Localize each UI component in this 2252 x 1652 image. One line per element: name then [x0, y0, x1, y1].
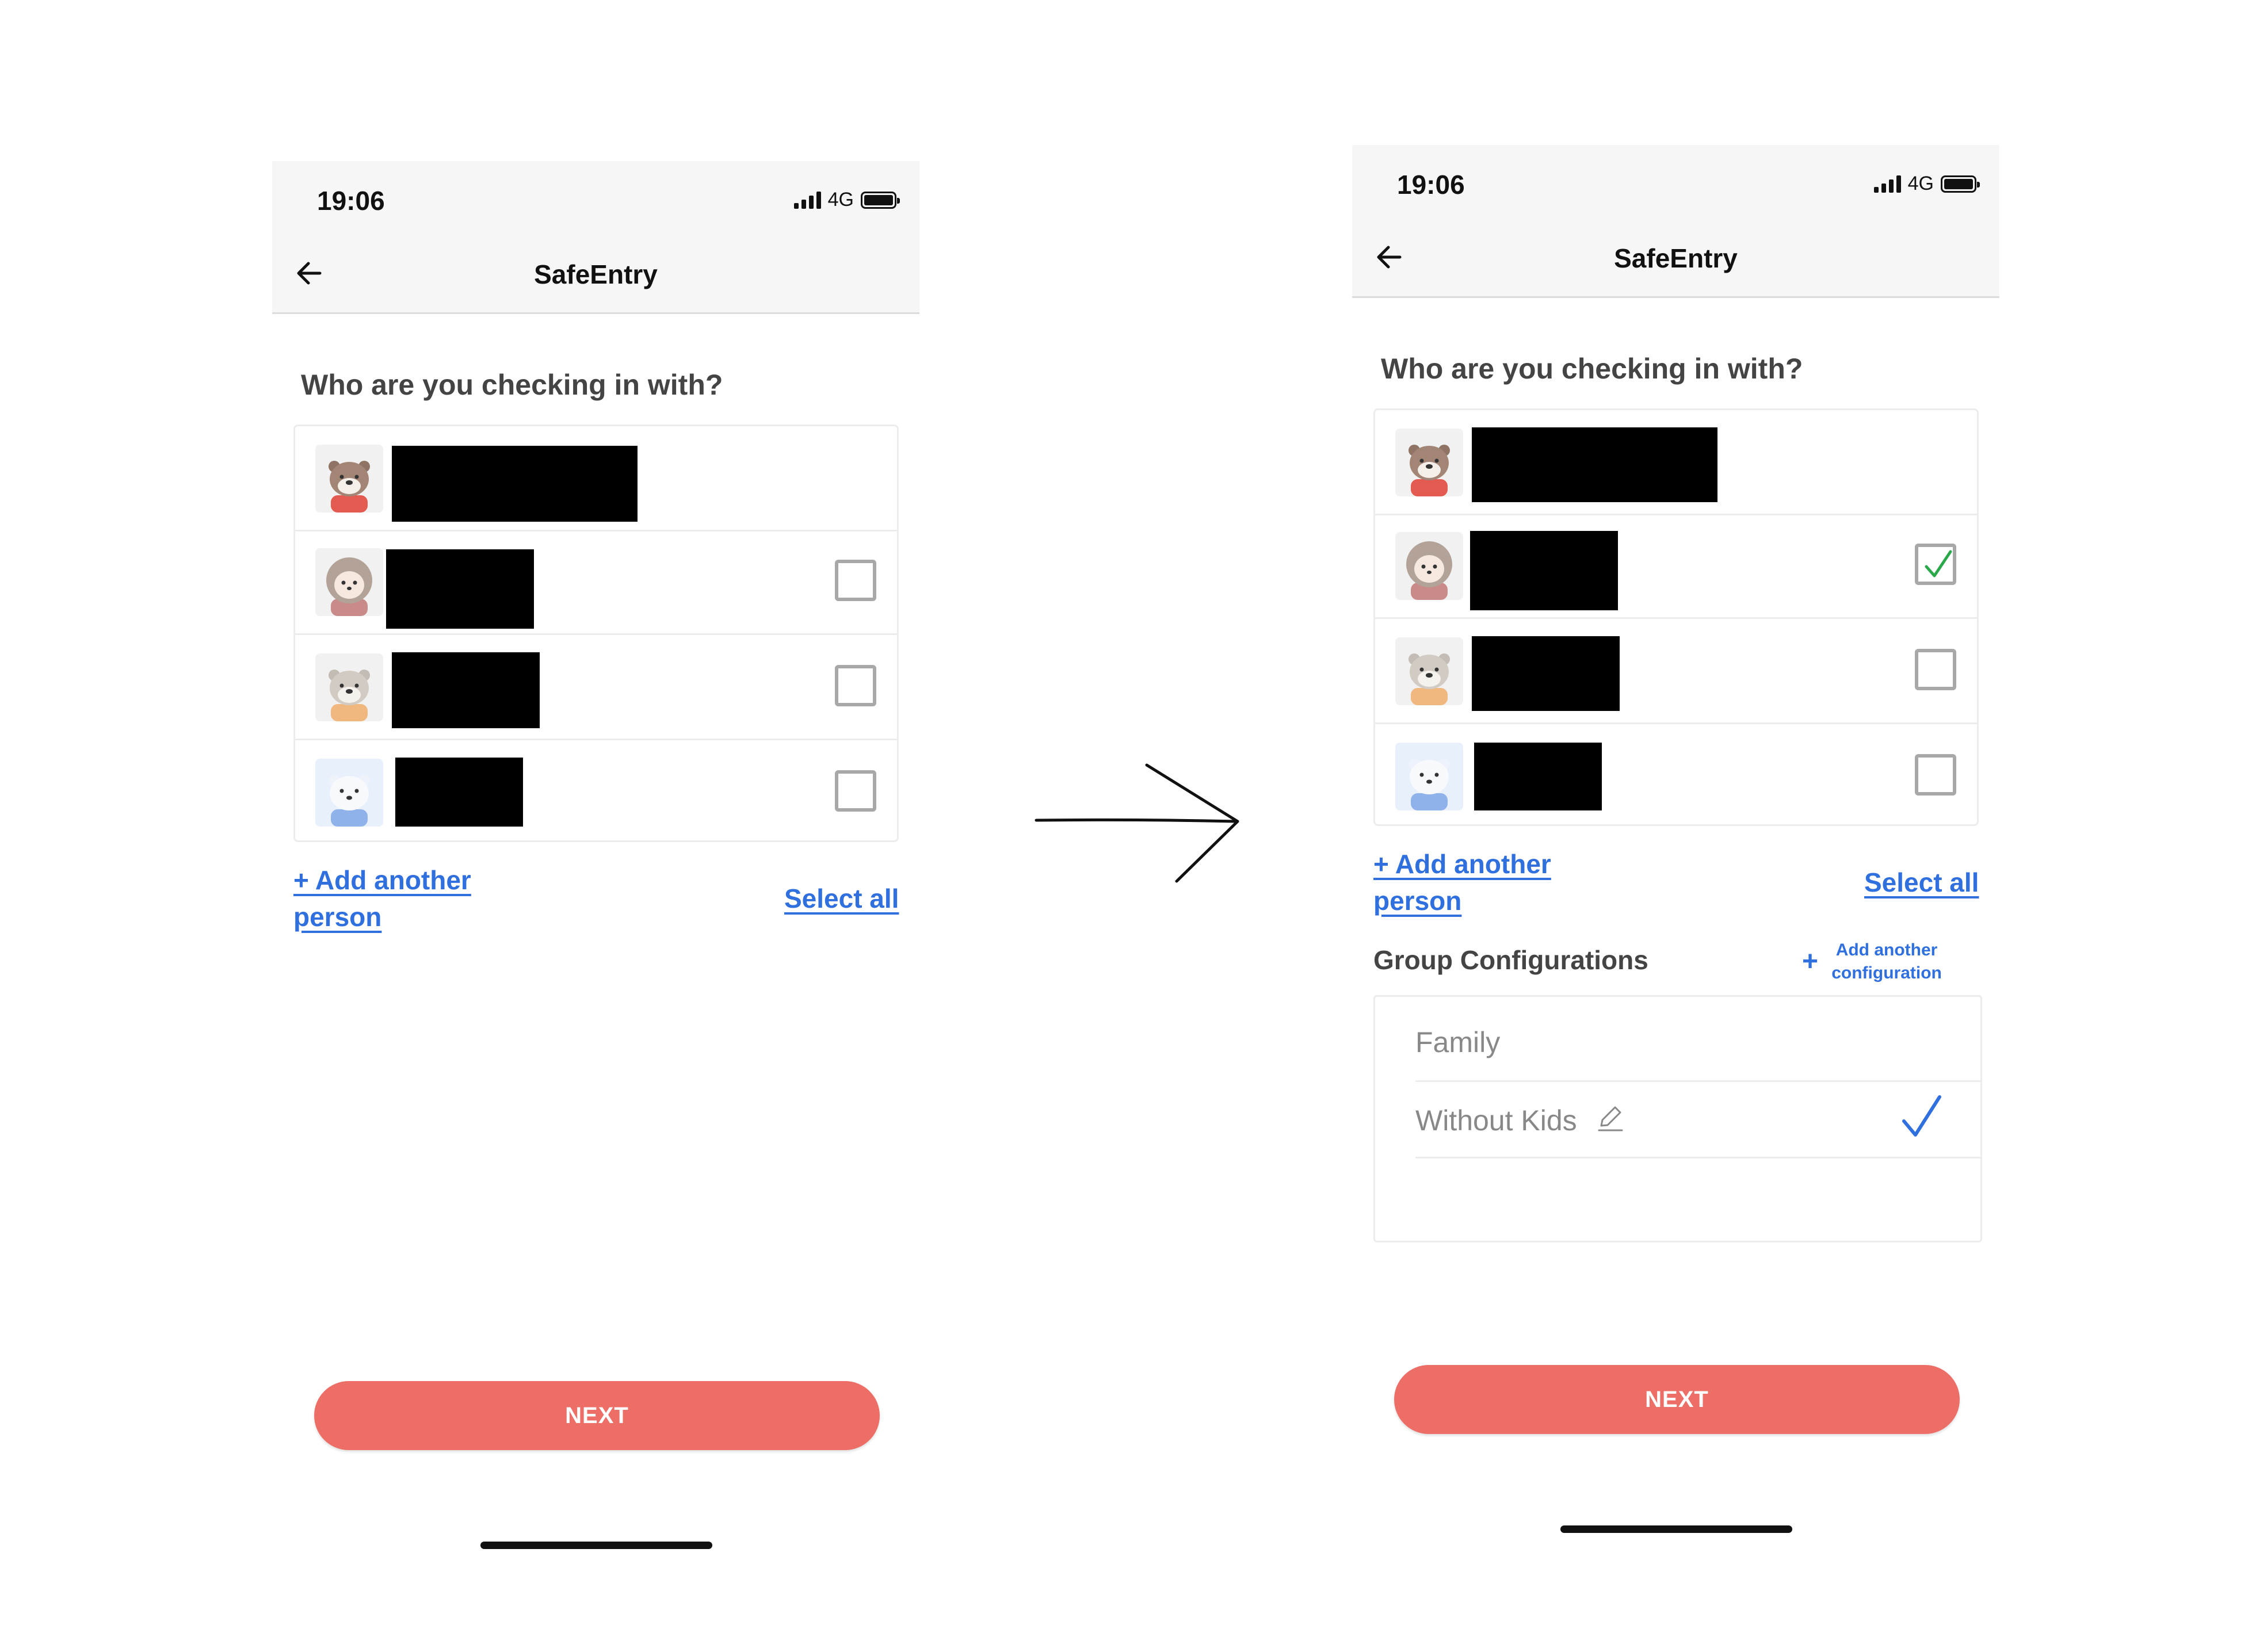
otter-avatar-icon	[1395, 429, 1463, 496]
list-item[interactable]	[1375, 514, 1977, 619]
list-item[interactable]	[295, 530, 897, 635]
home-indicator[interactable]	[1560, 1525, 1792, 1533]
person-checkbox[interactable]	[1915, 754, 1956, 796]
people-list	[293, 425, 899, 842]
otter-avatar-orange-icon	[1395, 637, 1463, 705]
list-item[interactable]	[1375, 724, 1977, 828]
config-name: Family	[1415, 1026, 1501, 1058]
redacted-name	[1472, 427, 1717, 502]
selected-check-icon	[1902, 1095, 1941, 1137]
list-item	[295, 426, 897, 531]
add-another-person-link[interactable]: + Add another person	[293, 862, 501, 935]
person-checkbox-checked[interactable]	[1915, 544, 1956, 585]
polar-bear-avatar-icon	[1395, 743, 1463, 810]
polar-bear-avatar-icon	[315, 759, 383, 827]
redacted-name	[386, 549, 534, 629]
network-label: 4G	[827, 189, 854, 211]
redacted-name	[392, 652, 540, 728]
battery-icon	[1941, 175, 1980, 193]
person-checkbox[interactable]	[835, 665, 876, 706]
hedgehog-avatar-icon	[315, 548, 383, 616]
question-heading: Who are you checking in with?	[301, 369, 723, 401]
configuration-list: Family Without Kids	[1373, 995, 1982, 1242]
list-item[interactable]	[1375, 619, 1977, 724]
list-item[interactable]	[295, 740, 897, 844]
list-item[interactable]	[295, 635, 897, 740]
person-checkbox[interactable]	[1915, 649, 1956, 690]
redacted-name	[392, 446, 638, 522]
config-item-without-kids[interactable]: Without Kids	[1415, 1082, 1982, 1158]
page-title: SafeEntry	[534, 259, 658, 289]
otter-avatar-icon	[315, 445, 383, 513]
select-all-link[interactable]: Select all	[1864, 864, 1979, 901]
status-time: 19:06	[317, 186, 385, 216]
plus-icon: +	[1802, 946, 1819, 977]
battery-icon	[861, 191, 900, 209]
group-configurations-heading: Group Configurations	[1373, 945, 1648, 975]
redacted-name	[1470, 531, 1618, 610]
next-button[interactable]: NEXT	[314, 1381, 880, 1450]
add-another-person-link[interactable]: + Add another person	[1373, 846, 1581, 919]
person-checkbox[interactable]	[835, 560, 876, 601]
status-icons: 4G	[793, 189, 900, 211]
config-name: Without Kids	[1415, 1104, 1577, 1137]
signal-icon	[1873, 175, 1901, 193]
config-item-family[interactable]: Family	[1415, 997, 1982, 1082]
page-title: SafeEntry	[1614, 243, 1738, 273]
add-configuration-button[interactable]: + Add another configuration	[1802, 939, 1947, 985]
add-configuration-label: Add another configuration	[1831, 940, 1942, 982]
otter-avatar-orange-icon	[315, 653, 383, 721]
status-time: 19:06	[1397, 170, 1465, 200]
redacted-name	[1474, 743, 1602, 810]
signal-icon	[793, 191, 821, 209]
home-indicator[interactable]	[480, 1542, 712, 1549]
check-icon	[1925, 550, 1952, 578]
redacted-name	[1472, 636, 1620, 711]
network-label: 4G	[1907, 173, 1934, 194]
person-checkbox[interactable]	[835, 770, 876, 812]
people-list	[1373, 408, 1979, 826]
flow-arrow-icon	[1035, 763, 1239, 883]
pencil-edit-icon[interactable]	[1597, 1104, 1625, 1134]
select-all-link[interactable]: Select all	[784, 880, 899, 917]
hedgehog-avatar-icon	[1395, 532, 1463, 600]
app-header: 19:06 4G SafeEntry	[1352, 145, 1999, 298]
app-header: 19:06 4G SafeEntry	[272, 161, 919, 314]
question-heading: Who are you checking in with?	[1381, 353, 1803, 385]
status-icons: 4G	[1873, 173, 1980, 195]
list-item	[1375, 410, 1977, 515]
redacted-name	[395, 758, 523, 827]
next-button[interactable]: NEXT	[1394, 1365, 1960, 1434]
